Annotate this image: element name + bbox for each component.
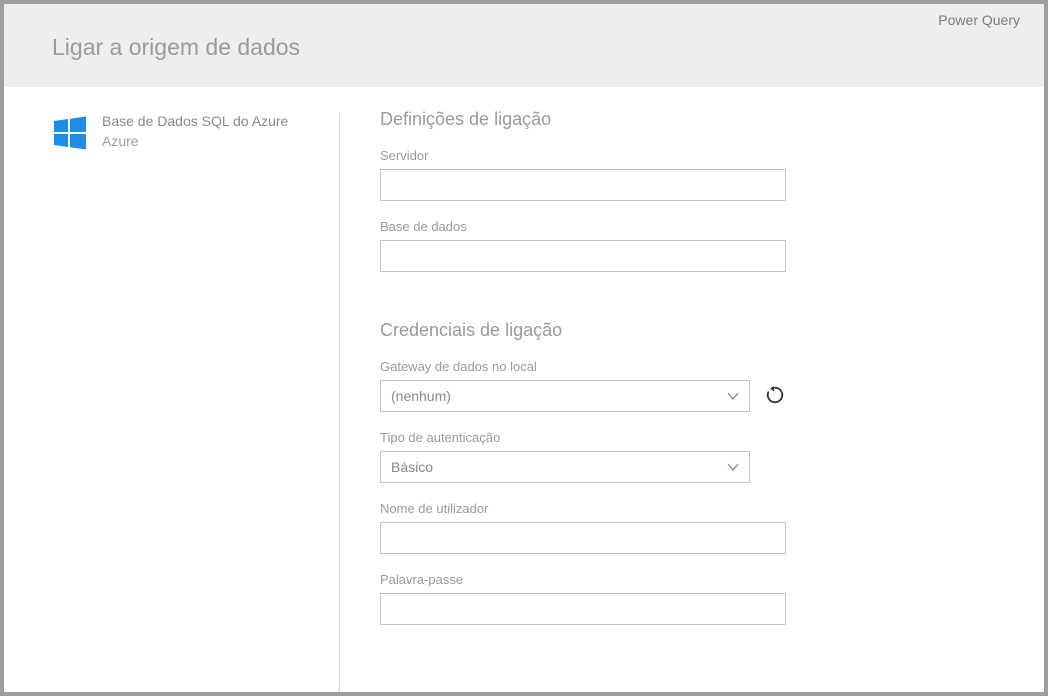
username-input[interactable] <box>380 522 786 554</box>
field-database: Base de dados <box>380 219 1004 272</box>
data-source-title: Base de Dados SQL do Azure <box>102 113 288 129</box>
username-label: Nome de utilizador <box>380 501 1004 516</box>
gateway-select-wrap: (nenhum) <box>380 380 750 412</box>
auth-type-label: Tipo de autenticação <box>380 430 1004 445</box>
data-source-item[interactable]: Base de Dados SQL do Azure Azure <box>52 113 320 151</box>
section-connection-settings: Definições de ligação <box>380 109 1004 130</box>
gateway-label: Gateway de dados no local <box>380 359 1004 374</box>
data-source-text: Base de Dados SQL do Azure Azure <box>102 113 288 149</box>
password-input[interactable] <box>380 593 786 625</box>
data-source-subtitle: Azure <box>102 133 288 149</box>
main-panel: Definições de ligação Servidor Base de d… <box>340 87 1044 692</box>
auth-select-wrap: Básico <box>380 451 750 483</box>
refresh-icon <box>765 385 785 408</box>
password-label: Palavra-passe <box>380 572 1004 587</box>
windows-logo-icon <box>52 115 88 151</box>
field-gateway: Gateway de dados no local (nenhum) <box>380 359 1004 412</box>
refresh-gateway-button[interactable] <box>764 385 786 407</box>
field-server: Servidor <box>380 148 1004 201</box>
field-password: Palavra-passe <box>380 572 1004 625</box>
sidebar-divider <box>339 113 340 692</box>
page-title: Ligar a origem de dados <box>52 34 300 61</box>
header-bar: Power Query Ligar a origem de dados <box>4 4 1044 87</box>
content-area: Base de Dados SQL do Azure Azure Definiç… <box>4 87 1044 692</box>
database-input[interactable] <box>380 240 786 272</box>
section-connection-credentials: Credenciais de ligação <box>380 320 1004 341</box>
auth-type-select[interactable]: Básico <box>380 451 750 483</box>
gateway-row: (nenhum) <box>380 380 1004 412</box>
outer-frame: Power Query Ligar a origem de dados <box>0 0 1048 696</box>
database-label: Base de dados <box>380 219 1004 234</box>
server-label: Servidor <box>380 148 1004 163</box>
sidebar: Base de Dados SQL do Azure Azure <box>4 87 340 692</box>
gateway-select[interactable]: (nenhum) <box>380 380 750 412</box>
server-input[interactable] <box>380 169 786 201</box>
field-username: Nome de utilizador <box>380 501 1004 554</box>
field-auth-type: Tipo de autenticação Básico <box>380 430 1004 483</box>
brand-label: Power Query <box>938 12 1020 28</box>
app-window: Power Query Ligar a origem de dados <box>4 4 1044 692</box>
